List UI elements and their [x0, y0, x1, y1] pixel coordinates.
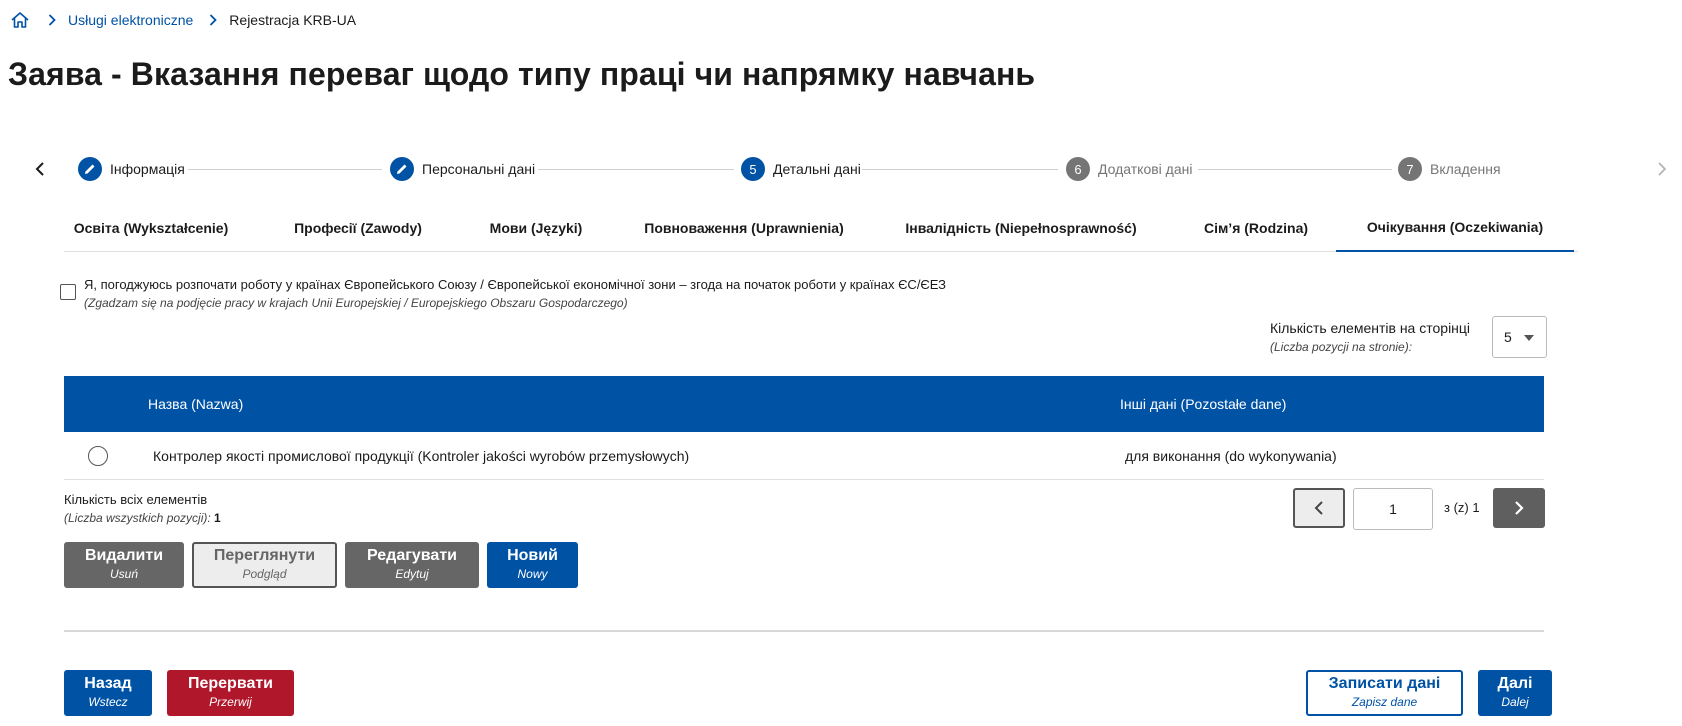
per-page-label-pl: (Liczba pozycji na stronie): [1270, 340, 1413, 354]
view-button-label: Переглянути [213, 547, 316, 564]
step-label: Вкладення [1430, 161, 1501, 177]
step-label: Персональні дані [422, 161, 536, 177]
edit-button-sub: Edytuj [395, 567, 429, 581]
stepper-next-icon[interactable] [1652, 158, 1672, 180]
expectations-table: Назва (Nazwa) Інші дані (Pozostałe dane)… [64, 376, 1544, 480]
eu-consent-label: Я, погоджуюсь розпочати роботу у країнах… [84, 277, 947, 292]
back-button-label: Назад [84, 675, 132, 692]
tab-disability[interactable]: Інвалідність (Niepełnosprawność) [896, 204, 1146, 252]
step-connector [862, 169, 1058, 170]
step-number: 6 [1066, 157, 1090, 181]
pencil-icon [390, 157, 414, 181]
step-personal-data[interactable]: Персональні дані [390, 157, 535, 181]
divider [64, 630, 1544, 632]
save-button[interactable]: Записати дані Zapisz dane [1306, 670, 1463, 716]
column-header-name[interactable]: Назва (Nazwa) [148, 396, 243, 412]
eu-consent-label-pl: (Zgadzam się na podjęcie pracy w krajach… [84, 296, 628, 310]
cell-other: для виконання (do wykonywania) [1125, 448, 1337, 464]
edit-button-label: Редагувати [367, 547, 457, 564]
pager-prev-button[interactable] [1293, 488, 1345, 528]
detail-tabs: Освіта (Wykształcenie) Професії (Zawody)… [64, 204, 1578, 252]
back-button-sub: Wstecz [88, 695, 128, 709]
table-row[interactable]: Контролер якості промислової продукції (… [64, 432, 1544, 480]
step-number: 5 [741, 157, 765, 181]
back-button[interactable]: Назад Wstecz [64, 670, 152, 716]
per-page-label: Кількість елементів на сторінці (Liczba … [1270, 318, 1470, 356]
breadcrumb: Usługi elektroniczne Rejestracja KRB-UA [10, 8, 356, 32]
eu-consent: Я, погоджуюсь розпочати роботу у країнах… [60, 276, 946, 312]
new-button-label: Новий [507, 547, 558, 564]
next-button-sub: Dalej [1501, 695, 1529, 709]
step-additional-data[interactable]: 6 Додаткові дані [1066, 157, 1192, 181]
pencil-icon [78, 157, 102, 181]
step-connector [538, 169, 734, 170]
step-connector [188, 169, 382, 170]
view-button-sub: Podgląd [242, 567, 287, 581]
save-button-sub: Zapisz dane [1351, 695, 1418, 709]
breadcrumb-current: Rejestracja KRB-UA [229, 12, 357, 28]
view-button[interactable]: Переглянути Podgląd [192, 542, 337, 588]
total-label: Кількість всіх елементів [64, 492, 208, 507]
edit-button[interactable]: Редагувати Edytuj [345, 542, 479, 588]
pager-of-label: з (z) 1 [1444, 500, 1480, 515]
step-detailed-data[interactable]: 5 Детальні дані [741, 157, 861, 181]
stepper: Інформація Персональні дані 5 Детальні д… [28, 154, 1668, 184]
column-header-other[interactable]: Інші дані (Pozostałe dane) [1120, 396, 1286, 412]
tab-education[interactable]: Освіта (Wykształcenie) [64, 204, 238, 252]
new-button-sub: Nowy [517, 567, 548, 581]
tab-family[interactable]: Сім’я (Rodzina) [1188, 204, 1324, 252]
step-attachments[interactable]: 7 Вкладення [1398, 157, 1501, 181]
chevron-left-icon [1314, 501, 1323, 515]
pager-page-input[interactable] [1353, 488, 1433, 530]
step-information[interactable]: Інформація [78, 157, 185, 181]
abort-button-label: Перервати [187, 675, 274, 692]
page-title: Заява - Вказання переваг щодо типу праці… [8, 56, 1036, 92]
stepper-prev-icon[interactable] [30, 158, 50, 180]
save-button-label: Записати дані [1328, 675, 1441, 692]
cell-name: Контролер якості промислової продукції (… [153, 448, 690, 464]
total-value: 1 [214, 511, 221, 525]
per-page-label-ua: Кількість елементів на сторінці [1270, 320, 1471, 336]
tab-professions[interactable]: Професії (Zawody) [280, 204, 436, 252]
step-label: Додаткові дані [1098, 161, 1193, 177]
delete-button-label: Видалити [84, 547, 164, 564]
chevron-right-icon [48, 13, 58, 27]
step-number: 7 [1398, 157, 1422, 181]
per-page-value: 5 [1504, 329, 1512, 345]
home-icon[interactable] [10, 9, 32, 31]
row-radio[interactable] [88, 446, 108, 466]
caret-down-icon [1524, 335, 1534, 341]
next-button[interactable]: Далі Dalej [1478, 670, 1552, 716]
chevron-right-icon [209, 13, 219, 27]
per-page-select[interactable]: 5 [1492, 316, 1547, 358]
new-button[interactable]: Новий Nowy [487, 542, 578, 588]
pager-next-button[interactable] [1493, 488, 1545, 528]
total-count: Кількість всіх елементів (Liczba wszystk… [64, 491, 221, 527]
eu-consent-checkbox[interactable] [60, 284, 76, 300]
table-header: Назва (Nazwa) Інші дані (Pozostałe dane) [64, 376, 1544, 432]
breadcrumb-link-services[interactable]: Usługi elektroniczne [68, 12, 193, 28]
tab-permissions[interactable]: Повноваження (Uprawnienia) [634, 204, 854, 252]
step-label: Детальні дані [773, 161, 861, 177]
abort-button-sub: Przerwij [209, 695, 252, 709]
step-connector [1198, 169, 1392, 170]
tab-expectations[interactable]: Очікування (Oczekiwania) [1336, 204, 1574, 252]
delete-button-sub: Usuń [109, 567, 138, 581]
next-button-label: Далі [1497, 675, 1533, 692]
tab-languages[interactable]: Мови (Języki) [478, 204, 594, 252]
chevron-right-icon [1515, 501, 1524, 515]
total-label-pl: (Liczba wszystkich pozycji): [64, 511, 211, 525]
abort-button[interactable]: Перервати Przerwij [167, 670, 294, 716]
step-label: Інформація [110, 161, 185, 177]
delete-button[interactable]: Видалити Usuń [64, 542, 184, 588]
